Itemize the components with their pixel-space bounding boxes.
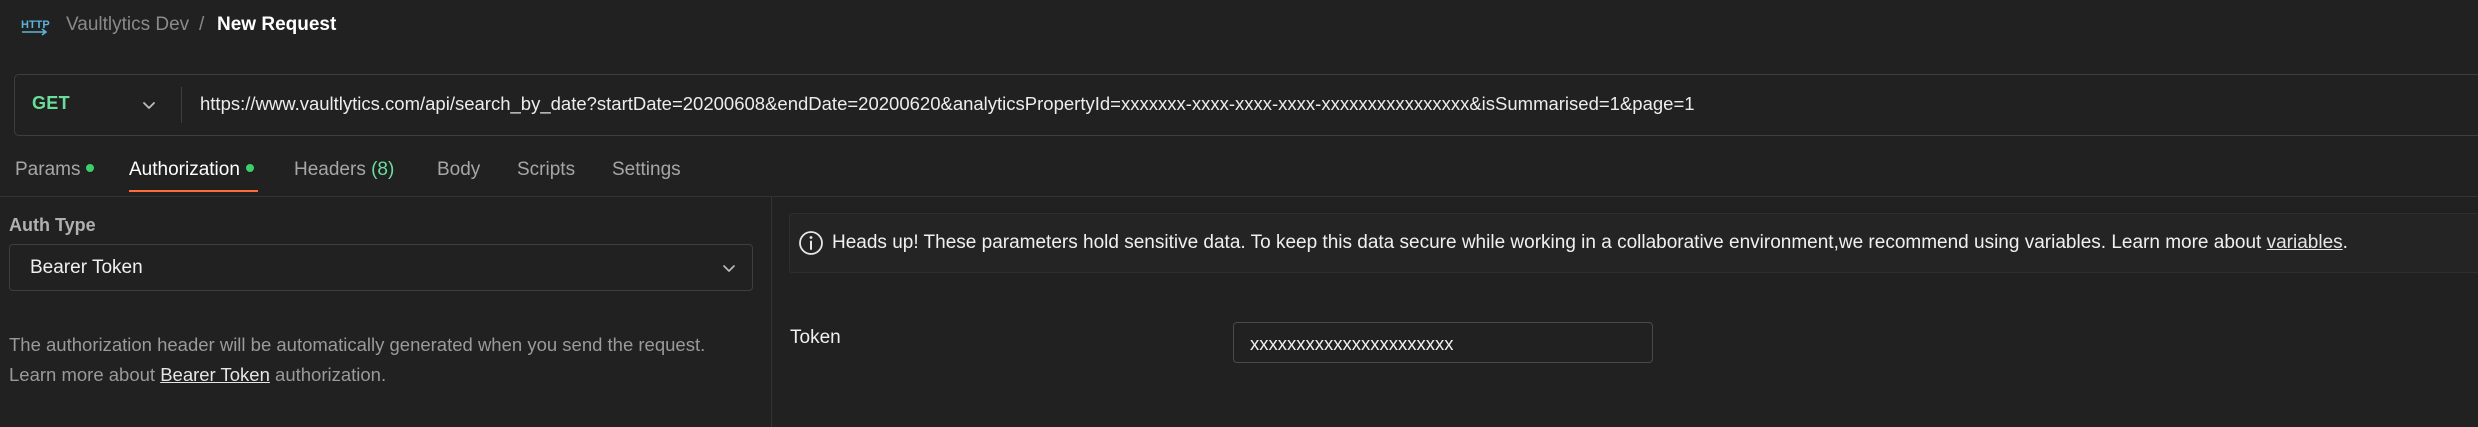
- breadcrumb-request-name[interactable]: New Request: [217, 14, 336, 36]
- tab-params-label: Params: [15, 159, 81, 180]
- tab-authorization-label: Authorization: [129, 159, 240, 180]
- url-input[interactable]: https://www.vaultlytics.com/api/search_b…: [200, 93, 1695, 115]
- info-icon: [799, 231, 823, 255]
- tab-headers-count: (8): [371, 159, 395, 180]
- auth-description-line1: The authorization header will be automat…: [9, 334, 706, 355]
- tab-scripts[interactable]: Scripts: [517, 150, 575, 196]
- notice-suffix: .: [2342, 232, 2348, 253]
- pane-divider[interactable]: [771, 197, 772, 427]
- top-bar: HTTP Vaultlytics Dev / New Request: [0, 0, 2478, 52]
- notice-text: Heads up! These parameters hold sensitiv…: [832, 232, 2348, 254]
- tab-settings[interactable]: Settings: [612, 150, 681, 196]
- tab-settings-label: Settings: [612, 159, 681, 180]
- tab-body-label: Body: [437, 159, 481, 180]
- http-icon: HTTP: [21, 19, 50, 36]
- auth-description: The authorization header will be automat…: [9, 330, 759, 390]
- auth-description-line2: Learn more about Bearer Token authorizat…: [9, 360, 759, 390]
- tab-body[interactable]: Body: [437, 150, 480, 196]
- method-select[interactable]: GET: [15, 75, 181, 135]
- tabs-divider: [0, 196, 2478, 197]
- tab-headers[interactable]: Headers (8): [294, 150, 394, 196]
- chevron-down-icon: [143, 102, 155, 109]
- bearer-token-link[interactable]: Bearer Token: [160, 364, 270, 385]
- tab-scripts-label: Scripts: [517, 159, 576, 180]
- variables-link[interactable]: variables: [2267, 232, 2343, 253]
- status-dot: [245, 164, 254, 172]
- breadcrumb-workspace[interactable]: Vaultlytics Dev: [66, 14, 189, 36]
- token-input[interactable]: xxxxxxxxxxxxxxxxxxxxxx: [1233, 322, 1653, 363]
- notice-message: Heads up! These parameters hold sensitiv…: [832, 232, 2267, 253]
- auth-type-value: Bearer Token: [30, 257, 143, 278]
- auth-type-label: Auth Type: [9, 215, 96, 235]
- auth-description-prefix: Learn more about: [9, 364, 161, 385]
- status-dot: [86, 164, 95, 172]
- token-value: xxxxxxxxxxxxxxxxxxxxxx: [1250, 333, 1454, 354]
- auth-description-suffix: authorization.: [269, 364, 387, 385]
- tab-headers-label: Headers: [294, 159, 366, 180]
- token-label: Token: [790, 327, 841, 348]
- auth-type-select[interactable]: Bearer Token: [9, 244, 753, 291]
- tab-params[interactable]: Params: [15, 150, 95, 196]
- breadcrumb-separator: /: [199, 14, 205, 35]
- chevron-down-icon: [723, 265, 735, 272]
- sensitive-data-notice: Heads up! These parameters hold sensitiv…: [789, 213, 2478, 273]
- url-divider: [181, 87, 182, 123]
- request-tabs: Params Authorization Headers (8) Body Sc…: [0, 150, 2478, 196]
- active-tab-indicator: [129, 190, 258, 192]
- method-label: GET: [32, 93, 70, 113]
- url-bar: GET https://www.vaultlytics.com/api/sear…: [14, 74, 2478, 136]
